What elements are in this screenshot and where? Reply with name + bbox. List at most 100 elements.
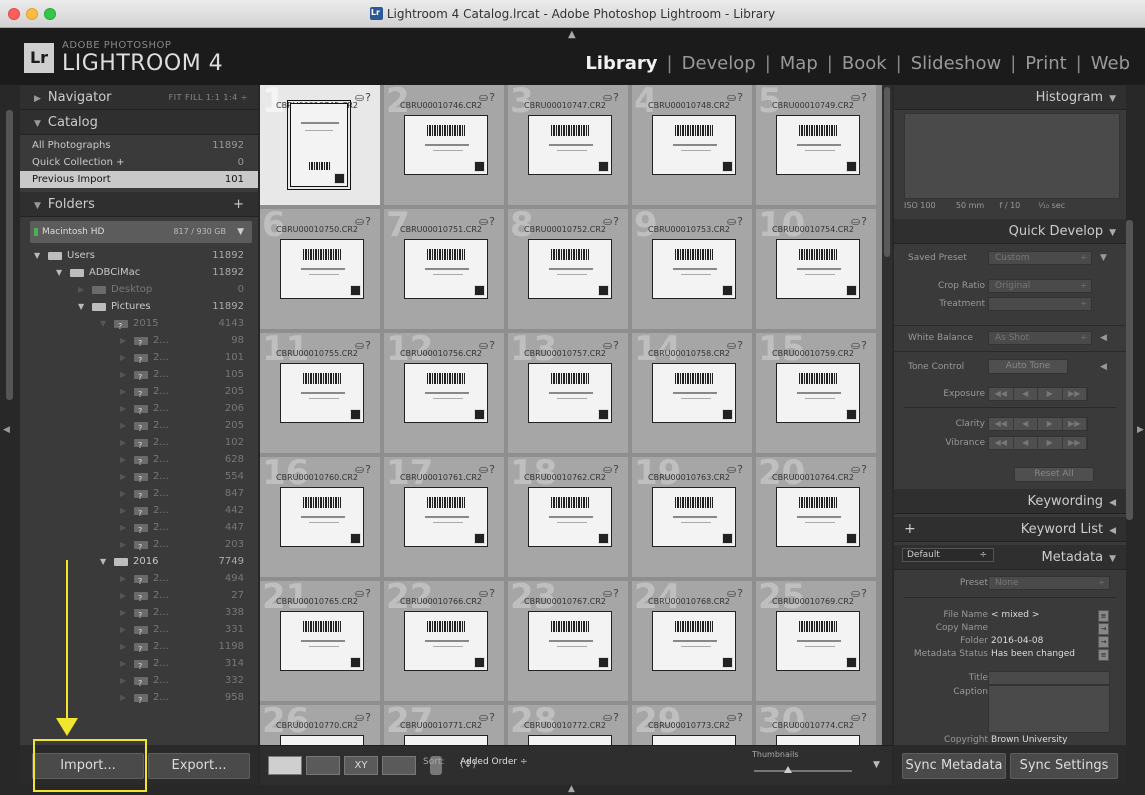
edited-badge-icon[interactable] [350,533,361,544]
missing-file-badge-icon[interactable]: ⛀? [727,587,744,600]
folder-item[interactable]: ▶ 2... 1198 [20,638,258,658]
catalog-item[interactable]: All Photographs 11892 [20,137,258,154]
folder-item[interactable]: ▶ 2... 203 [20,536,258,556]
photo-thumbnail[interactable] [280,611,364,671]
go-to-icon[interactable]: → [1098,623,1109,635]
grid-cell[interactable]: 23 CBRU00010767.CR2 ⛀? [508,581,630,703]
missing-file-badge-icon[interactable]: ⛀? [727,463,744,476]
folder-item[interactable]: ▶ 2... 27 [20,587,258,607]
folder-item[interactable]: ▶ 2... 494 [20,570,258,590]
reset-all-button[interactable]: Reset All [1014,467,1094,482]
missing-file-badge-icon[interactable]: ⛀? [851,215,868,228]
edited-badge-icon[interactable] [350,285,361,296]
saved-preset-expand-icon[interactable]: ▼ [1100,253,1107,263]
photo-thumbnail[interactable] [404,487,488,547]
missing-file-badge-icon[interactable]: ⛀? [479,711,496,724]
grid-cell[interactable]: 18 CBRU00010762.CR2 ⛀? [508,457,630,579]
caption-field[interactable] [988,685,1110,733]
missing-file-badge-icon[interactable]: ⛀? [727,339,744,352]
auto-tone-button[interactable]: Auto Tone [988,359,1068,374]
edited-badge-icon[interactable] [722,285,733,296]
collapse-top-panel-icon[interactable]: ▲ [568,29,576,40]
grid-cell[interactable]: 28 CBRU00010772.CR2 ⛀? [508,705,630,745]
disclosure-closed-icon[interactable]: ▶ [120,638,126,655]
increase-large-icon[interactable]: ▶▶ [1063,437,1087,449]
photo-thumbnail[interactable] [652,239,736,299]
grid-cell[interactable]: 24 CBRU00010768.CR2 ⛀? [632,581,754,703]
photo-thumbnail[interactable] [776,239,860,299]
white-balance-select[interactable]: As Shot ÷ [988,331,1092,345]
edited-badge-icon[interactable] [474,533,485,544]
folder-item[interactable]: ▼ ADBCiMac 11892 [20,264,258,281]
disclosure-closed-icon[interactable]: ▶ [120,604,126,621]
disclosure-closed-icon[interactable]: ▶ [120,451,126,468]
photo-thumbnail[interactable] [528,611,612,671]
edited-badge-icon[interactable] [334,173,345,184]
photo-thumbnail[interactable] [404,735,488,745]
folder-item[interactable]: ▶ 2... 101 [20,349,258,369]
white-balance-expand-icon[interactable]: ◀ [1100,333,1107,343]
module-map[interactable]: Map [771,53,827,74]
vibrance-steppers[interactable]: ◀◀ ◀ ▶ ▶▶ [988,436,1088,450]
disclosure-closed-icon[interactable]: ▶ [120,434,126,451]
decrease-icon[interactable]: ◀ [1014,437,1038,449]
module-develop[interactable]: Develop [673,53,765,74]
grid-cell[interactable]: 1CBRU00010745.CR2⛀? [260,85,382,207]
add-folder-icon[interactable]: + [233,192,244,217]
folder-item[interactable]: ▶ 2... 332 [20,672,258,692]
photo-thumbnail[interactable] [404,611,488,671]
sync-settings-button[interactable]: Sync Settings [1010,753,1118,779]
disclosure-open-icon[interactable]: ▼ [56,264,62,281]
sync-metadata-button[interactable]: Sync Metadata [902,753,1006,779]
keywording-header[interactable]: Keywording ◀ [894,489,1126,514]
grid-cell[interactable]: 3 CBRU00010747.CR2 ⛀? [508,85,630,207]
toolbar-menu-icon[interactable]: ▼ [873,760,880,770]
folder-item[interactable]: ▶ Desktop 0 [20,281,258,298]
missing-file-badge-icon[interactable]: ⛀? [355,587,372,600]
expand-left-panel-icon[interactable]: ◀ [3,425,10,435]
disclosure-closed-icon[interactable]: ▶ [120,502,126,519]
edited-badge-icon[interactable] [598,161,609,172]
photo-thumbnail[interactable] [280,363,364,423]
disclosure-closed-icon[interactable]: ▶ [120,519,126,536]
increase-large-icon[interactable]: ▶▶ [1063,418,1087,430]
missing-file-badge-icon[interactable]: ⛀? [355,463,372,476]
missing-file-badge-icon[interactable]: ⛀? [603,587,620,600]
edited-badge-icon[interactable] [598,657,609,668]
missing-file-badge-icon[interactable]: ⛀? [479,91,496,104]
missing-file-badge-icon[interactable]: ⛀? [851,339,868,352]
folder-item[interactable]: ▶ 2... 206 [20,400,258,420]
missing-file-badge-icon[interactable]: ⛀? [355,91,372,104]
photo-thumbnail[interactable] [652,115,736,175]
quick-develop-header[interactable]: Quick Develop ▼ [894,219,1126,244]
folder-item[interactable]: ▶ 2... 554 [20,468,258,488]
grid-cell[interactable]: 11 CBRU00010755.CR2 ⛀? [260,333,382,455]
disclosure-closed-icon[interactable]: ▶ [120,621,126,638]
folder-item[interactable]: ▶ 2... 205 [20,417,258,437]
grid-scrollbar[interactable] [882,85,892,745]
folder-item[interactable]: ▶ 2... 314 [20,655,258,675]
missing-file-badge-icon[interactable]: ⛀? [851,463,868,476]
missing-file-badge-icon[interactable]: ⛀? [479,463,496,476]
tone-control-expand-icon[interactable]: ◀ [1100,362,1107,372]
disclosure-closed-icon[interactable]: ▶ [120,468,126,485]
folder-item[interactable]: ▶ 2... 958 [20,689,258,709]
grid-cell[interactable]: 2 CBRU00010746.CR2 ⛀? [384,85,506,207]
disclosure-closed-icon[interactable]: ▶ [120,332,126,349]
disclosure-open-icon[interactable]: ▼ [34,247,40,264]
folder-item[interactable]: ▶ 2... 331 [20,621,258,641]
edited-badge-icon[interactable] [722,533,733,544]
grid-cell[interactable]: 20 CBRU00010764.CR2 ⛀? [756,457,878,579]
left-panel-scrollbar[interactable] [6,110,13,400]
photo-thumbnail[interactable] [652,363,736,423]
edited-badge-icon[interactable] [350,657,361,668]
photo-thumbnail[interactable] [528,363,612,423]
edited-badge-icon[interactable] [846,409,857,420]
folders-header[interactable]: ▼ Folders + [20,192,258,217]
edited-badge-icon[interactable] [846,285,857,296]
add-keyword-icon[interactable]: + [904,517,916,542]
edited-badge-icon[interactable] [722,409,733,420]
grid-cell[interactable]: 19 CBRU00010763.CR2 ⛀? [632,457,754,579]
missing-file-badge-icon[interactable]: ⛀? [603,711,620,724]
disclosure-closed-icon[interactable]: ▶ [120,672,126,689]
